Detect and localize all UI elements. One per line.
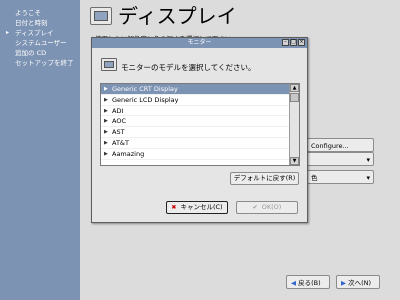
monitor-icon: [101, 58, 117, 71]
next-button[interactable]: ▶ 次へ(N): [336, 275, 380, 289]
configure-button[interactable]: Configure...: [306, 138, 374, 152]
list-item-label: AOC: [112, 117, 126, 126]
ok-label: OK(O): [261, 203, 282, 211]
restore-default-button[interactable]: デフォルトに戻す(R): [230, 172, 299, 185]
close-icon[interactable]: ×: [298, 39, 305, 46]
cancel-icon: ✖: [171, 204, 177, 211]
monitor-list[interactable]: ▶ Generic CRT Display ▶ Generic LCD Display…: [100, 83, 300, 166]
color-depth-select[interactable]: 色: [306, 170, 374, 185]
cancel-label: キャンセル(C): [180, 203, 223, 211]
next-label: 次へ(N): [348, 279, 372, 287]
list-item-label: AST: [112, 128, 125, 137]
list-item[interactable]: ▶ Generic CRT Display: [101, 84, 290, 95]
back-arrow-icon: ◀: [291, 279, 296, 287]
sidebar-item-welcome: ようこそ: [15, 9, 41, 17]
resolution-select[interactable]: [306, 152, 374, 167]
list-item-label: AT&T: [112, 138, 129, 147]
page-title: ディスプレイ: [118, 4, 237, 28]
list-item-label: ADI: [112, 106, 124, 115]
list-item-label: Generic CRT Display: [112, 85, 178, 93]
expander-icon[interactable]: ▶: [104, 127, 108, 138]
list-item[interactable]: ▶ AT&T: [101, 138, 290, 149]
scroll-thumb[interactable]: [290, 93, 299, 102]
list-item[interactable]: ▶ Generic LCD Display: [101, 95, 290, 106]
list-item[interactable]: ▶ AOC: [101, 116, 290, 128]
expander-icon[interactable]: ▶: [104, 149, 108, 160]
expander-icon[interactable]: ▶: [104, 138, 108, 149]
check-icon: ✔: [252, 204, 258, 211]
sidebar-item-system-user: システムユーザー: [15, 39, 67, 47]
next-arrow-icon: ▶: [341, 279, 346, 287]
minimize-icon[interactable]: –: [282, 39, 289, 46]
expander-icon[interactable]: ▶: [104, 116, 108, 127]
cancel-button[interactable]: ✖ キャンセル(C): [166, 201, 228, 214]
expander-icon[interactable]: ▶: [104, 84, 108, 95]
sidebar-item-display: ディスプレイ: [0, 28, 80, 38]
back-button[interactable]: ◀ 戻る(B): [286, 275, 330, 289]
sidebar-item-date-time: 日付と時刻: [15, 19, 48, 27]
sidebar-item-finish-setup: セットアップを終了: [15, 59, 74, 67]
dialog-title: モニター: [187, 39, 212, 46]
monitor-dialog: モニター – □ × モニターのモデルを選択してください。 ▶ Generic C…: [91, 37, 308, 223]
monitor-icon: [90, 7, 112, 25]
sidebar: ようこそ 日付と時刻 ディスプレイ システムユーザー 追加の CD セットアップ…: [0, 0, 80, 300]
scroll-up-icon[interactable]: ▲: [290, 84, 299, 92]
list-item[interactable]: ▶ AST: [101, 127, 290, 138]
back-label: 戻る(B): [298, 279, 321, 287]
ok-button[interactable]: ✔ OK(O): [236, 201, 298, 214]
list-item-label: Generic LCD Display: [112, 95, 179, 104]
dialog-prompt: モニターのモデルを選択してください。: [121, 63, 256, 72]
maximize-icon[interactable]: □: [290, 39, 297, 46]
expander-icon[interactable]: ▶: [104, 106, 108, 117]
list-item-label: Aamazing: [112, 149, 145, 158]
list-item[interactable]: ▶ Aamazing: [101, 149, 290, 160]
sidebar-item-additional-cd: 追加の CD: [15, 49, 47, 57]
dialog-titlebar[interactable]: モニター – □ ×: [92, 38, 307, 48]
list-item[interactable]: ▶ ADI: [101, 106, 290, 117]
list-scrollbar[interactable]: ▲ ▼: [289, 84, 299, 165]
expander-icon[interactable]: ▶: [104, 95, 108, 106]
scroll-down-icon[interactable]: ▼: [290, 157, 299, 165]
